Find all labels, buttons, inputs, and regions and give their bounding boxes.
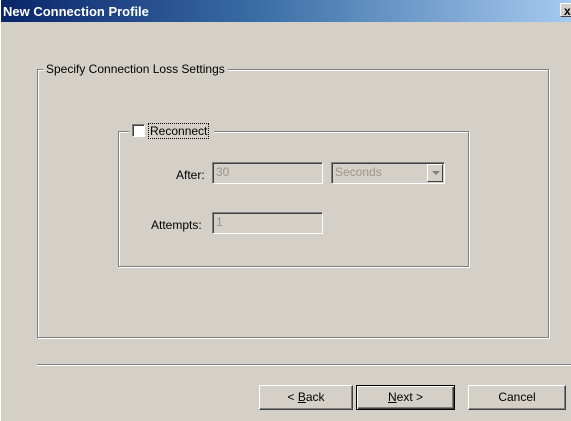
attempts-label: Attempts: [151, 218, 202, 232]
attempts-input[interactable]: 1 [212, 212, 323, 234]
after-label: After: [176, 168, 205, 182]
window-title: New Connection Profile [3, 4, 149, 19]
cancel-button[interactable]: Cancel [468, 385, 566, 410]
next-rest: ext > [396, 390, 424, 404]
after-input[interactable]: 30 [212, 162, 323, 184]
connection-loss-legend: Specify Connection Loss Settings [43, 62, 228, 76]
reconnect-checkbox[interactable] [132, 124, 145, 137]
back-rest: ack [305, 390, 325, 404]
reconnect-groupbox [118, 131, 469, 267]
back-button[interactable]: < Back [259, 385, 353, 410]
dialog-window: New Connection Profile x Specify Connect… [0, 0, 571, 421]
next-button[interactable]: Next > [356, 385, 455, 410]
reconnect-legend: Reconnect [129, 123, 215, 139]
reconnect-label[interactable]: Reconnect [147, 123, 210, 139]
footer-separator [37, 364, 571, 366]
close-button[interactable]: x [560, 3, 571, 18]
title-bar[interactable]: New Connection Profile x [1, 0, 571, 22]
next-mnemonic: N [387, 390, 397, 404]
back-mnemonic: B [297, 390, 306, 404]
after-unit-select[interactable]: Seconds [331, 162, 445, 184]
after-unit-value: Seconds [335, 165, 382, 179]
back-prefix: < [287, 390, 298, 404]
dropdown-arrow-icon[interactable] [427, 164, 443, 182]
